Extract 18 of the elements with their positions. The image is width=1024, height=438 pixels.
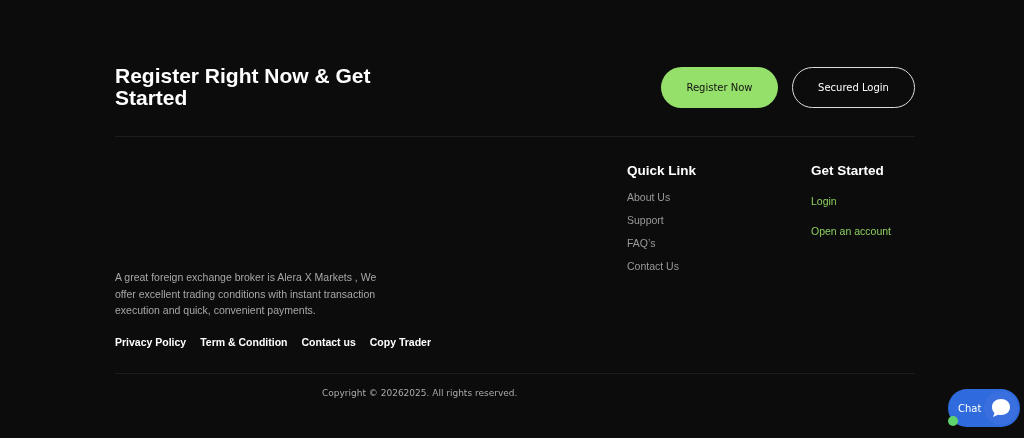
footer-link[interactable]: Contact us <box>301 335 356 348</box>
cta-heading: Register Right Now & Get Started <box>115 65 372 109</box>
copyright-text: Copyright © 20262025. All rights reserved. <box>321 387 519 398</box>
column-heading: Quick Link <box>627 163 698 178</box>
get-started-link[interactable]: Login <box>811 186 891 216</box>
footer-link[interactable]: Copy Trader <box>369 335 432 348</box>
quick-link[interactable]: About Us <box>627 186 811 209</box>
chat-bubble-icon <box>984 391 1018 425</box>
chat-button[interactable]: Chat <box>948 389 1020 427</box>
quick-link[interactable]: Contact Us <box>627 255 811 278</box>
footer-link[interactable]: Term & Condition <box>200 335 288 348</box>
quick-link[interactable]: FAQ’s <box>627 232 811 255</box>
quick-link[interactable]: Support <box>627 209 811 232</box>
cta-button[interactable]: Register Now <box>661 66 778 108</box>
about-paragraph: A great foreign exchange broker is Alera X Markets , We offer excellent trading conditions with instant transaction execution and quick, convenient payments. <box>115 270 378 318</box>
footer-link[interactable]: Privacy Policy <box>115 335 187 348</box>
column-heading: Get Started <box>811 163 885 178</box>
get-started-link[interactable]: Open an account <box>811 216 891 246</box>
